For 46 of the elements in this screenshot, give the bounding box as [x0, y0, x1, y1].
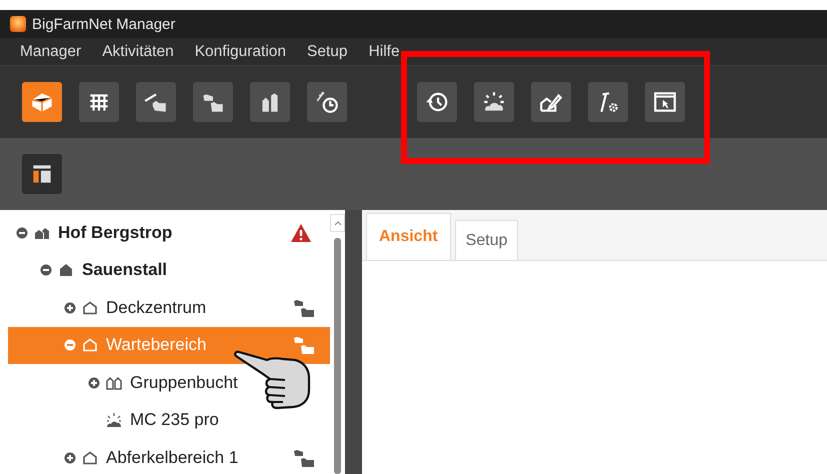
tree-item-label: Hof Bergstrop	[58, 222, 172, 243]
tree-item[interactable]: Hof Bergstrop	[8, 214, 330, 252]
climate-sensor-icon	[106, 412, 122, 428]
collapse-toggle-icon[interactable]	[40, 264, 52, 276]
toolbar-button[interactable]	[474, 82, 514, 122]
window-title: BigFarmNet Manager	[32, 16, 176, 32]
app-logo-icon	[10, 16, 26, 32]
menu-item[interactable]: Aktivitäten	[102, 42, 174, 60]
expand-toggle-icon[interactable]	[64, 302, 76, 314]
toolbar-button[interactable]	[307, 82, 347, 122]
tree-item-label: MC 235 pro	[130, 410, 219, 430]
caret-up-icon	[334, 220, 342, 226]
collapse-toggle-icon[interactable]	[16, 226, 28, 239]
tree-item[interactable]: Abferkelbereich 1	[8, 439, 330, 474]
menu-item[interactable]: Hilfe	[368, 42, 400, 60]
toolbar-button[interactable]	[193, 82, 233, 122]
expand-toggle-icon[interactable]	[88, 376, 100, 389]
expand-toggle-icon[interactable]	[64, 452, 76, 464]
toolbar-button[interactable]	[250, 82, 290, 122]
tree-item-label: Wartebereich	[106, 335, 206, 356]
tree-item[interactable]: Deckzentrum	[8, 289, 330, 326]
house-outline-icon	[82, 337, 98, 354]
house-outline-icon	[82, 450, 98, 466]
tree-item-label: Gruppenbucht	[130, 372, 238, 393]
pen-icon	[106, 374, 122, 391]
tab[interactable]: Setup	[454, 220, 518, 260]
menu-item[interactable]: Manager	[20, 42, 82, 60]
house-outline-icon	[82, 300, 98, 316]
toolbar-button[interactable]	[588, 82, 628, 122]
tree-item[interactable]: Gruppenbucht	[8, 364, 330, 402]
tree-item[interactable]: Sauenstall	[8, 252, 330, 289]
menu-item[interactable]: Konfiguration	[194, 42, 286, 60]
toolbar-button[interactable]	[531, 82, 571, 122]
scroll-up-button[interactable]	[330, 214, 345, 232]
tree-item-label: Deckzentrum	[106, 298, 206, 318]
toolbar-button[interactable]	[417, 82, 457, 122]
menu-item[interactable]: Setup	[307, 42, 348, 60]
collapse-toggle-icon[interactable]	[64, 339, 76, 352]
tree-item-label: Sauenstall	[82, 260, 168, 280]
wheat-clock-icon	[314, 89, 340, 115]
tree-item[interactable]: MC 235 pro	[8, 402, 330, 439]
toolbar-button[interactable]	[22, 154, 62, 194]
toolbar-button[interactable]	[645, 82, 685, 122]
toolbar-button[interactable]	[79, 82, 119, 122]
toolbar-button[interactable]	[136, 82, 176, 122]
tree-item-label: Abferkelbereich 1	[106, 448, 238, 468]
